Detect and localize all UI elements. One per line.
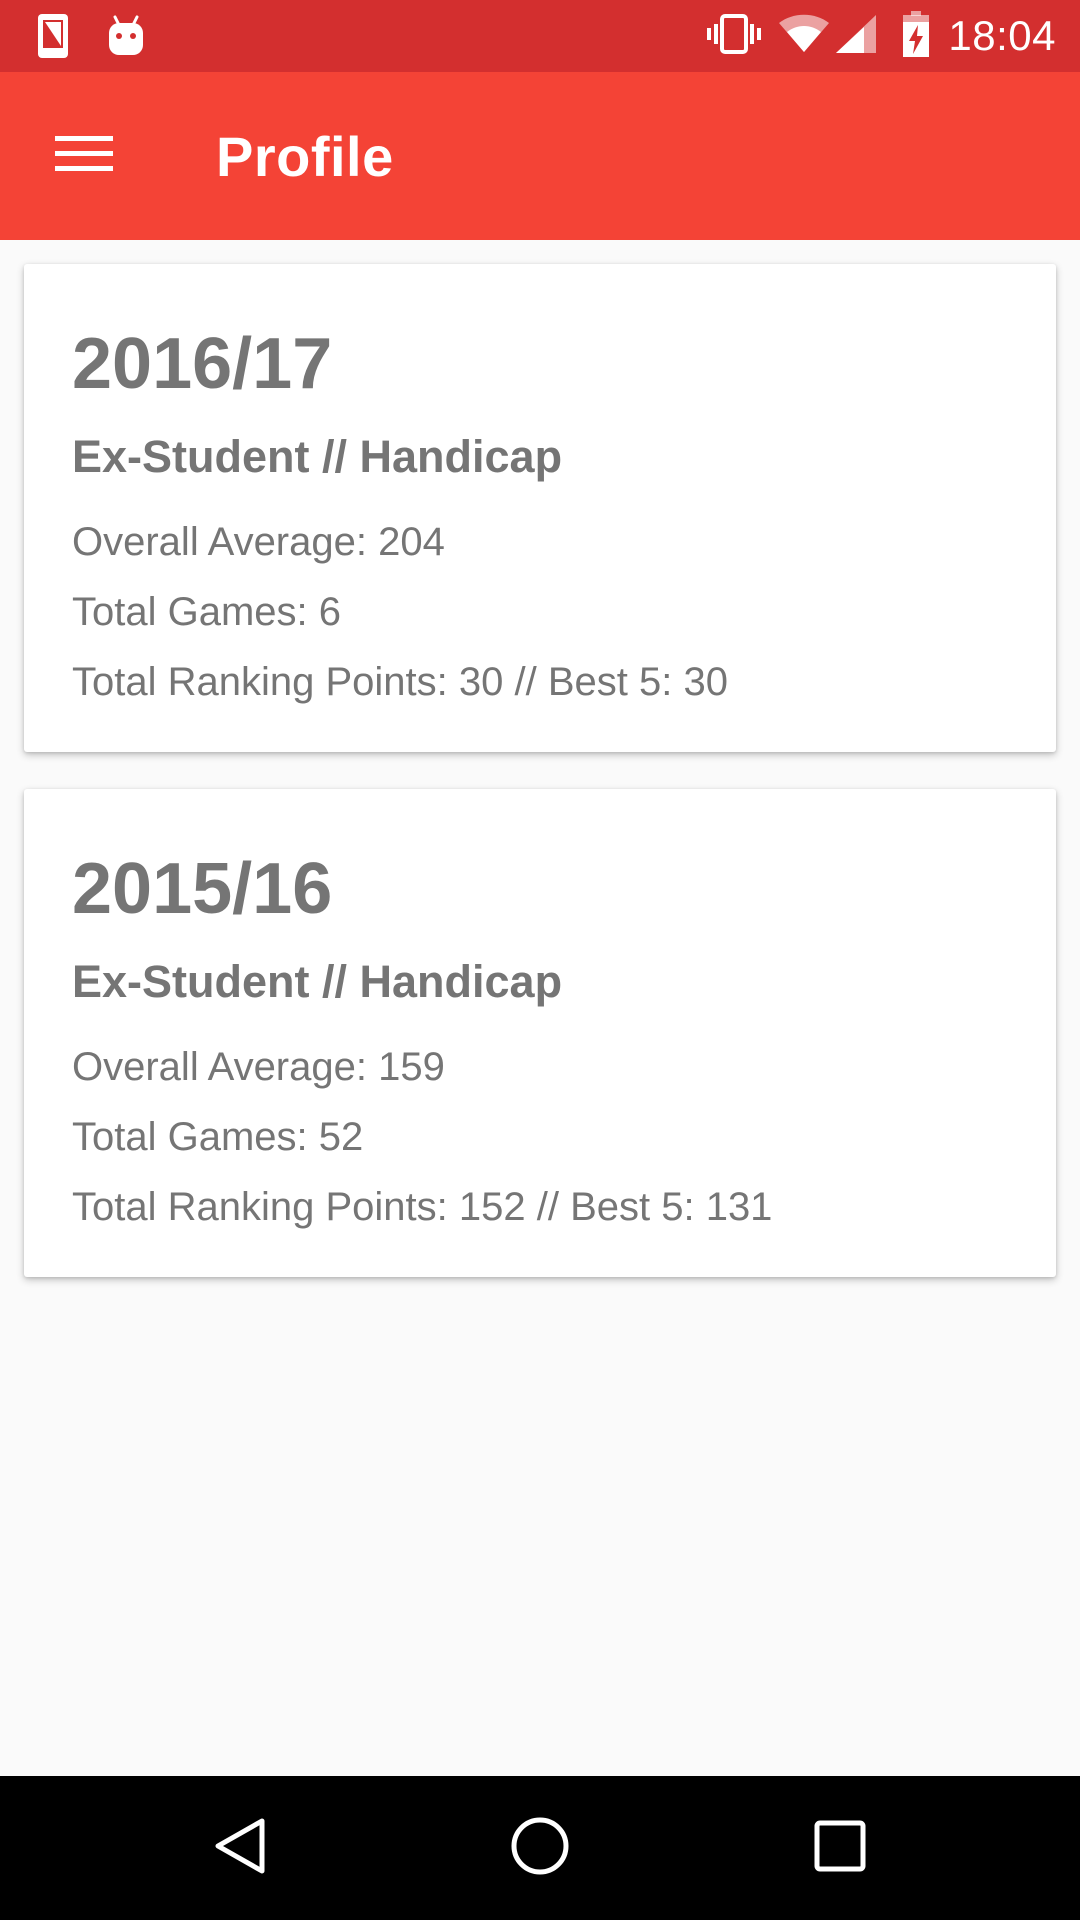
menu-button[interactable] xyxy=(36,114,132,198)
android-icon xyxy=(106,14,146,63)
overall-average: Overall Average: 159 xyxy=(72,1044,445,1089)
notification-icons xyxy=(36,12,146,65)
overall-average: Overall Average: 204 xyxy=(72,519,445,564)
back-button[interactable] xyxy=(185,1803,295,1893)
navigation-bar xyxy=(0,1776,1080,1920)
total-games: Total Games: 6 xyxy=(72,589,342,634)
system-icons: 18:04 xyxy=(706,0,1056,72)
vibrate-icon xyxy=(706,12,762,61)
sim-card-icon xyxy=(36,12,70,65)
ranking-points: Total Ranking Points: 152 // Best 5: 131 xyxy=(72,1184,773,1229)
season-year: 2016/17 xyxy=(72,324,333,404)
season-card[interactable]: 2015/16 Ex-Student // Handicap Overall A… xyxy=(24,789,1056,1277)
home-button[interactable] xyxy=(485,1803,595,1893)
signal-icon xyxy=(834,13,878,60)
battery-charging-icon xyxy=(902,10,930,63)
page-title: Profile xyxy=(216,125,394,188)
season-card[interactable]: 2016/17 Ex-Student // Handicap Overall A… xyxy=(24,264,1056,752)
home-icon xyxy=(510,1816,570,1881)
wifi-icon xyxy=(778,14,830,59)
season-category: Ex-Student // Handicap xyxy=(72,431,563,482)
recents-button[interactable] xyxy=(785,1803,895,1893)
back-icon xyxy=(212,1816,268,1881)
season-category: Ex-Student // Handicap xyxy=(72,956,563,1007)
total-games: Total Games: 52 xyxy=(72,1114,364,1159)
season-year: 2015/16 xyxy=(72,849,333,929)
status-bar: 18:04 xyxy=(0,0,1080,72)
recents-icon xyxy=(813,1819,867,1878)
clock: 18:04 xyxy=(948,12,1056,59)
hamburger-menu-icon xyxy=(55,133,113,180)
ranking-points: Total Ranking Points: 30 // Best 5: 30 xyxy=(72,659,728,704)
app-toolbar: Profile xyxy=(0,72,1080,240)
